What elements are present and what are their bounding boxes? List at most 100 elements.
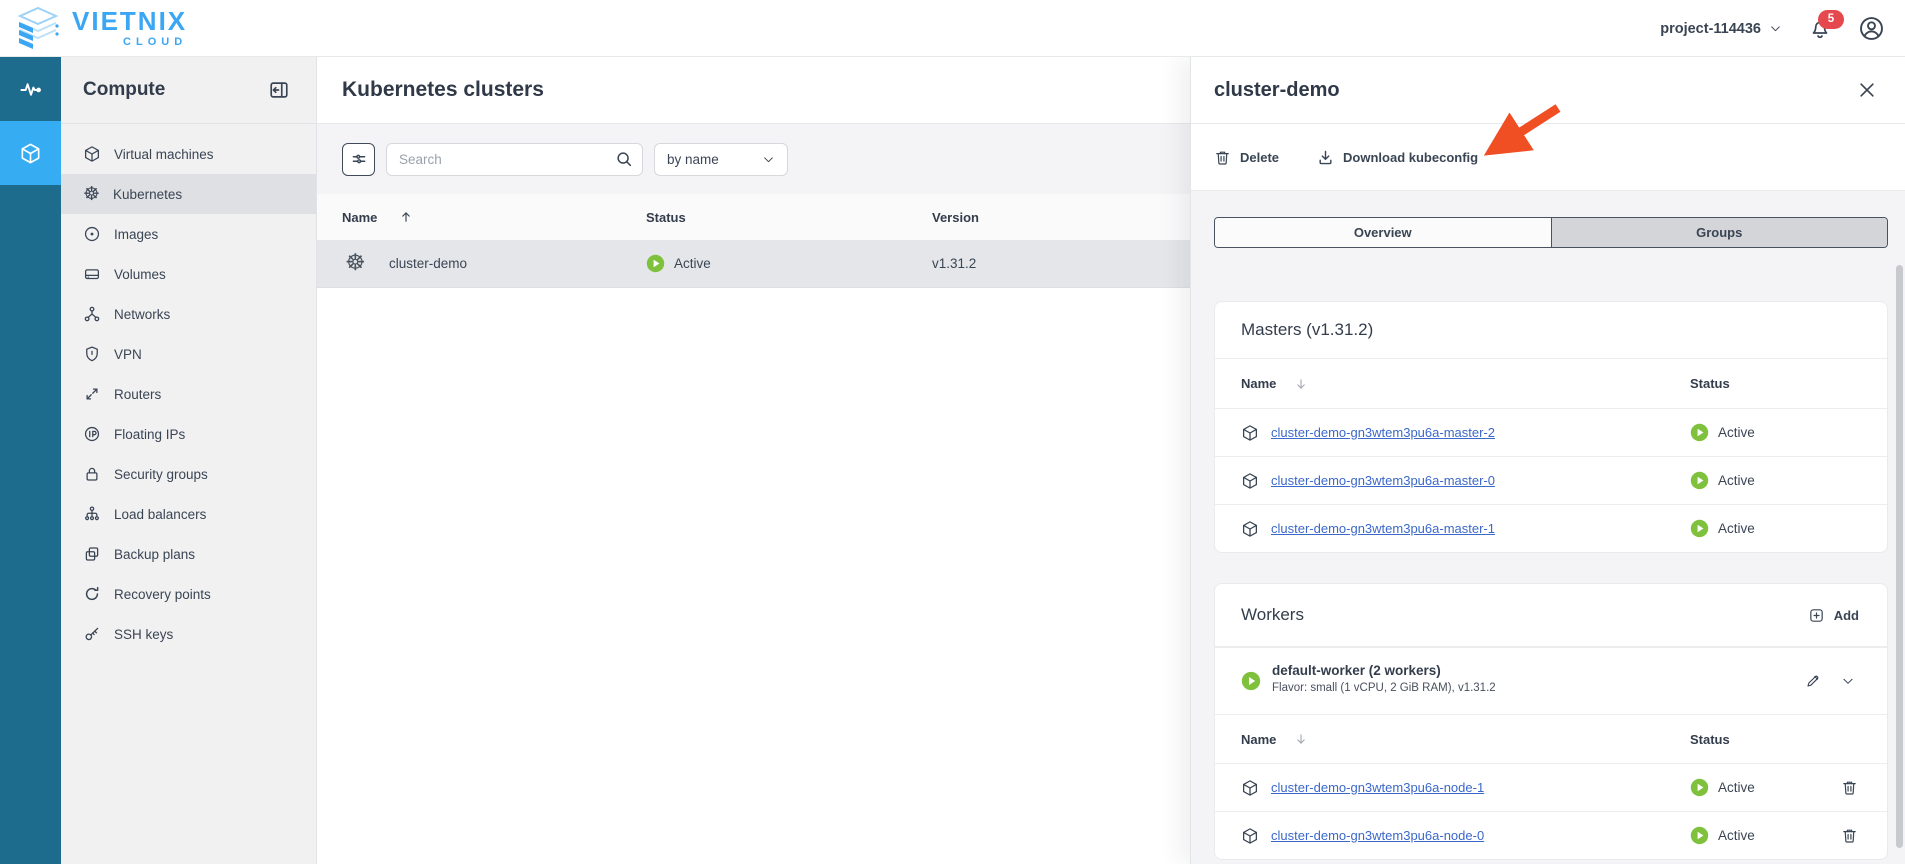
- status-active-icon: [1690, 471, 1709, 490]
- sort-ascending-icon[interactable]: [399, 210, 413, 224]
- status-active-icon: [1690, 778, 1709, 797]
- sidebar-item-ssh-keys[interactable]: SSH keys: [61, 614, 316, 654]
- master-node-link[interactable]: cluster-demo-gn3wtem3pu6a-master-0: [1271, 473, 1495, 488]
- panel-scrollbar-thumb[interactable]: [1896, 265, 1903, 848]
- panel-title: cluster-demo: [1214, 78, 1340, 101]
- master-node-link[interactable]: cluster-demo-gn3wtem3pu6a-master-1: [1271, 521, 1495, 536]
- list-toolbar: by name: [317, 124, 1190, 194]
- tab-groups[interactable]: Groups: [1550, 218, 1887, 247]
- filter-button[interactable]: [342, 142, 375, 176]
- cluster-name: cluster-demo: [389, 256, 468, 271]
- cluster-detail-panel: cluster-demo Delete Download kubeconfig …: [1190, 57, 1905, 864]
- compute-sidebar: Compute Virtual machines ☸ Kubernetes Im…: [61, 57, 317, 864]
- main-content: Kubernetes clusters by name Name Status …: [317, 57, 1190, 864]
- sidebar-item-kubernetes[interactable]: ☸ Kubernetes: [61, 174, 316, 214]
- copy-icon: [83, 545, 101, 563]
- add-label: Add: [1833, 607, 1859, 623]
- cluster-version: v1.31.2: [932, 256, 977, 271]
- download-kubeconfig-label: Download kubeconfig: [1343, 149, 1479, 165]
- activity-icon: [19, 78, 42, 101]
- column-name[interactable]: Name: [342, 210, 377, 225]
- sidebar-item-label: Networks: [114, 306, 171, 322]
- sort-descending-icon[interactable]: [1294, 377, 1308, 391]
- cube-icon: [19, 142, 42, 165]
- column-status[interactable]: Status: [646, 210, 686, 225]
- column-status[interactable]: Status: [1690, 376, 1730, 391]
- sidebar-item-networks[interactable]: Networks: [61, 294, 316, 334]
- sidebar-item-vpn[interactable]: VPN: [61, 334, 316, 374]
- cube-icon: [1241, 827, 1259, 845]
- sidebar-item-images[interactable]: Images: [61, 214, 316, 254]
- key-icon: [83, 625, 101, 643]
- sidebar-item-backup-plans[interactable]: Backup plans: [61, 534, 316, 574]
- sidebar-item-recovery-points[interactable]: Recovery points: [61, 574, 316, 614]
- sort-descending-icon[interactable]: [1294, 732, 1308, 746]
- trash-icon[interactable]: [1841, 779, 1858, 796]
- load-balancer-icon: [83, 505, 101, 523]
- lock-icon: [83, 465, 101, 483]
- rail-item-compute[interactable]: [0, 121, 61, 185]
- cluster-status: Active: [674, 256, 711, 271]
- sidebar-item-virtual-machines[interactable]: Virtual machines: [61, 134, 316, 174]
- tab-overview[interactable]: Overview: [1215, 218, 1551, 247]
- sidebar-heading: Compute: [83, 79, 166, 100]
- sidebar-item-label: SSH keys: [114, 626, 174, 642]
- sidebar-item-label: Routers: [114, 386, 162, 402]
- sidebar-item-floating-ips[interactable]: Floating IPs: [61, 414, 316, 454]
- workers-card-title: Workers: [1241, 605, 1304, 624]
- swap-arrows-icon: [83, 385, 101, 403]
- sort-by-select[interactable]: by name: [654, 142, 788, 176]
- chevron-down-icon: [762, 153, 775, 166]
- worker-group-flavor: Flavor: small (1 vCPU, 2 GiB RAM), v1.31…: [1272, 682, 1496, 694]
- kubernetes-wheel-icon: ☸: [345, 250, 366, 276]
- notifications-button[interactable]: 5: [1808, 9, 1844, 41]
- delete-button[interactable]: Delete: [1214, 149, 1279, 166]
- worker-node-link[interactable]: cluster-demo-gn3wtem3pu6a-node-0: [1271, 828, 1484, 843]
- sidebar-item-label: Images: [114, 226, 159, 242]
- masters-table-header: Name Status: [1215, 359, 1887, 408]
- sidebar-item-label: Kubernetes: [113, 186, 183, 202]
- sliders-icon: [350, 150, 368, 168]
- brand-subtitle: CLOUD: [123, 36, 188, 48]
- pencil-icon[interactable]: [1805, 673, 1821, 689]
- node-status: Active: [1718, 521, 1755, 536]
- page-title: Kubernetes clusters: [342, 78, 544, 101]
- worker-node-row: cluster-demo-gn3wtem3pu6a-node-1 Active: [1215, 763, 1887, 811]
- masters-card-title: Masters (v1.31.2): [1241, 320, 1374, 339]
- column-version[interactable]: Version: [932, 210, 979, 225]
- cluster-table-row[interactable]: ☸ cluster-demo Active v1.31.2: [317, 240, 1190, 288]
- sidebar-item-load-balancers[interactable]: Load balancers: [61, 494, 316, 534]
- rail-item-monitoring[interactable]: [0, 57, 61, 121]
- column-name[interactable]: Name: [1241, 376, 1276, 391]
- cube-icon: [1241, 424, 1259, 442]
- circle-dot-icon: [83, 225, 101, 243]
- chevron-down-icon[interactable]: [1841, 674, 1855, 688]
- worker-node-link[interactable]: cluster-demo-gn3wtem3pu6a-node-1: [1271, 780, 1484, 795]
- download-kubeconfig-button[interactable]: Download kubeconfig: [1317, 149, 1478, 166]
- account-avatar-button[interactable]: [1858, 15, 1885, 42]
- collapse-sidebar-icon[interactable]: [268, 79, 290, 101]
- master-node-row: cluster-demo-gn3wtem3pu6a-master-0 Activ…: [1215, 456, 1887, 504]
- master-node-link[interactable]: cluster-demo-gn3wtem3pu6a-master-2: [1271, 425, 1495, 440]
- vietnix-logo[interactable]: VIETNIX CLOUD: [14, 6, 187, 50]
- project-name: project-114436: [1660, 20, 1761, 37]
- search-input[interactable]: [386, 142, 643, 176]
- node-status: Active: [1718, 828, 1755, 843]
- master-node-row: cluster-demo-gn3wtem3pu6a-master-1 Activ…: [1215, 504, 1887, 552]
- workers-table-header: Name Status: [1215, 714, 1887, 763]
- column-name[interactable]: Name: [1241, 732, 1276, 747]
- trash-icon[interactable]: [1841, 827, 1858, 844]
- column-status[interactable]: Status: [1690, 732, 1730, 747]
- sidebar-item-volumes[interactable]: Volumes: [61, 254, 316, 294]
- add-worker-button[interactable]: Add: [1808, 607, 1859, 624]
- sidebar-item-routers[interactable]: Routers: [61, 374, 316, 414]
- cube-icon: [1241, 472, 1259, 490]
- close-icon[interactable]: [1857, 80, 1877, 100]
- sidebar-item-label: Floating IPs: [114, 426, 186, 442]
- project-switcher[interactable]: project-114436: [1660, 21, 1782, 37]
- floating-ip-icon: [83, 425, 101, 443]
- tab-overview-label: Overview: [1353, 225, 1412, 240]
- sidebar-item-label: Backup plans: [114, 546, 196, 562]
- sidebar-item-security-groups[interactable]: Security groups: [61, 454, 316, 494]
- sidebar-item-label: Volumes: [114, 266, 166, 282]
